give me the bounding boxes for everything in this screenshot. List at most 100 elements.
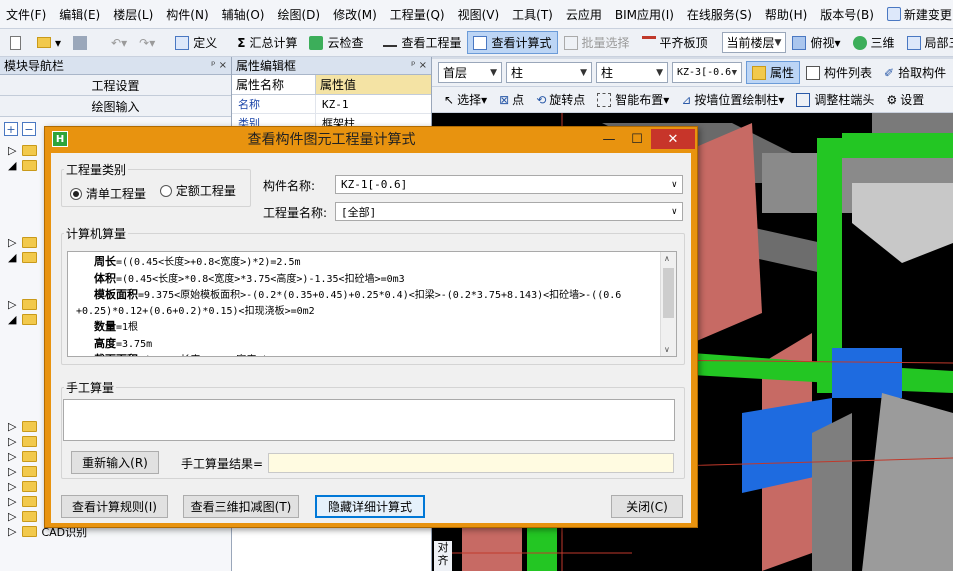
menu-item-label: 帮助(H) [764,7,808,22]
type-select[interactable]: 柱 ▼ [596,62,668,83]
menu-item[interactable]: 绘图(D) [277,6,320,23]
menu-item[interactable]: 云应用 [566,6,602,23]
save-button[interactable] [67,33,97,53]
close-icon: ✕ [667,131,679,147]
open-file-button[interactable]: ▾ [31,33,67,53]
scroll-down-icon[interactable]: ∨ [664,345,670,354]
setup-button[interactable]: ⚙ 设置 [880,88,930,111]
menu-item[interactable]: 新建变更 [886,6,952,23]
threed-button[interactable]: 三维 [847,31,901,54]
new-file-button[interactable] [4,33,31,53]
folder-icon [22,481,38,492]
menu-item[interactable]: 工程量(Q) [390,6,445,23]
menu-item[interactable]: 文件(F) [6,6,46,23]
chevron-down-icon: ▼ [731,67,737,78]
close-window-button[interactable]: ✕ [651,129,695,149]
reenter-button[interactable]: 重新输入(R) [71,451,159,474]
view-quantity-button[interactable]: 查看工程量 [377,31,467,54]
calc-formula-box[interactable]: 周长=((0.45<长度>+0.8<宽度>)*2)=2.5m 体积=(0.45<长… [67,251,677,357]
menu-item[interactable]: 编辑(E) [59,6,100,23]
dialog-titlebar[interactable]: H 查看构件图元工程量计算式 — ☐ ✕ [45,127,697,151]
property-button[interactable]: 属性 [746,61,801,84]
property-row[interactable]: 名称 KZ-1 [232,95,431,114]
undo-icon: ↶ [111,35,122,50]
pick-component-button[interactable]: ✐ 拾取构件 [878,61,952,84]
partial-threed-icon [906,35,921,50]
blue-column-shape [832,348,902,398]
batch-select-button[interactable]: 批量选择 [558,31,636,54]
menu-item[interactable]: 楼层(L) [113,6,153,23]
quantity-name-select[interactable]: [全部] ∨ [335,202,683,221]
close-button[interactable]: 关闭(C) [611,495,683,518]
expand-all-icon[interactable]: + [4,122,18,136]
folder-open-icon [37,37,51,48]
gray-column-shape [862,393,953,571]
manual-result-field[interactable] [268,453,674,473]
summary-calc-button[interactable]: Σ 汇总计算 [231,31,303,54]
select-button[interactable]: ↖ 选择 ▾ [438,88,493,111]
calc-scrollbar[interactable]: ∧ ∨ [660,252,676,356]
threed-icon [852,35,867,50]
tab-project-settings[interactable]: 工程设置 [0,75,231,96]
menu-item[interactable]: 辅轴(O) [222,6,265,23]
calc-line: 高度=3.75m [68,336,676,353]
hide-detail-formula-button[interactable]: 隐藏详细计算式 [315,495,425,518]
view-formula-button[interactable]: 查看计算式 [467,31,558,54]
wall-column-icon: ⊿ [681,92,692,107]
menu-item[interactable]: 版本号(B) [820,6,874,23]
menu-item[interactable]: 帮助(H) [765,6,807,23]
scroll-up-icon[interactable]: ∧ [664,254,670,263]
menu-item[interactable]: 工具(T) [512,6,553,23]
undo-button[interactable]: ↶ ▾ [105,33,133,53]
maximize-icon: ☐ [631,131,643,147]
adjust-column-end-button[interactable]: 调整柱端头 [790,88,880,111]
pin-icon[interactable]: ᵖ × [411,60,427,71]
radio-list-quantity[interactable]: 清单工程量 [70,185,146,202]
component-select[interactable]: KZ-3[-0.6 ▼ [672,62,742,83]
view-calc-rules-button[interactable]: 查看计算规则(I) [61,495,168,518]
pin-icon[interactable]: ᵖ × [211,60,227,71]
partial-threed-button[interactable]: 局部三 [901,31,953,54]
align-label: 对齐 [434,541,452,571]
define-button[interactable]: 定义 [169,31,223,54]
smart-layout-button[interactable]: 智能布置 ▾ [591,88,675,111]
maximize-button[interactable]: ☐ [623,129,651,149]
category-select[interactable]: 柱 ▼ [506,62,592,83]
point-button[interactable]: ⊠ 点 [493,88,530,111]
formula-dialog: H 查看构件图元工程量计算式 — ☐ ✕ 工程量类别 清单工程量 定额工程量 构… [44,126,698,528]
wall-column-button[interactable]: ⊿ 按墙位置绘制柱 ▾ [675,88,790,111]
cube-icon [792,35,807,50]
component-name-select[interactable]: KZ-1[-0.6] ∨ [335,175,683,194]
menu-item[interactable]: 构件(N) [166,6,208,23]
flush-slab-button[interactable]: 平齐板顶 [636,31,714,54]
menu-item[interactable]: 在线服务(S) [687,6,752,23]
radio-quota-quantity[interactable]: 定额工程量 [159,182,236,199]
calc-line-value: =(0.45<长度>*0.8<宽度>*3.75<高度>)-1.35<扣砼墙>=0… [116,273,405,285]
menu-item-label: 视图(V) [457,7,500,22]
tab-draw-input[interactable]: 绘图输入 [0,96,231,117]
folder-icon [22,237,38,248]
app-icon: H [52,131,68,147]
smart-layout-icon [597,92,612,107]
component-list-button[interactable]: 构件列表 [800,61,878,84]
view-3d-deduct-button[interactable]: 查看三维扣减图(T) [183,495,299,518]
folder-icon [22,421,38,432]
folder-icon [22,314,38,325]
rotate-point-button[interactable]: ⟲ 旋转点 [530,88,591,111]
flush-slab-icon [641,35,656,50]
floor-select[interactable]: 首层 ▼ [438,62,502,83]
property-editor-title: 属性编辑框 ᵖ × [232,57,431,75]
collapse-all-icon[interactable]: − [22,122,36,136]
cloud-check-button[interactable]: 云检查 [303,31,369,54]
top-view-button[interactable]: 俯视 ▾ [786,31,846,54]
minimize-button[interactable]: — [595,129,623,149]
redo-button[interactable]: ↷ ▾ [133,33,161,53]
menu-item[interactable]: 视图(V) [458,6,500,23]
manual-calc-input[interactable] [63,399,675,441]
menu-item[interactable]: BIM应用(I) [615,6,674,23]
scroll-thumb[interactable] [663,268,674,318]
menu-item-label: 新建变更 [903,7,952,22]
current-floor-select[interactable]: 当前楼层 ▼ [721,32,787,53]
main-toolbar: ▾ ↶ ▾ ↷ ▾ 定义 Σ 汇总计算 云检查 查看工程量 查看计算式 批量选择 平齐… [0,29,953,57]
menu-item[interactable]: 修改(M) [333,6,377,23]
